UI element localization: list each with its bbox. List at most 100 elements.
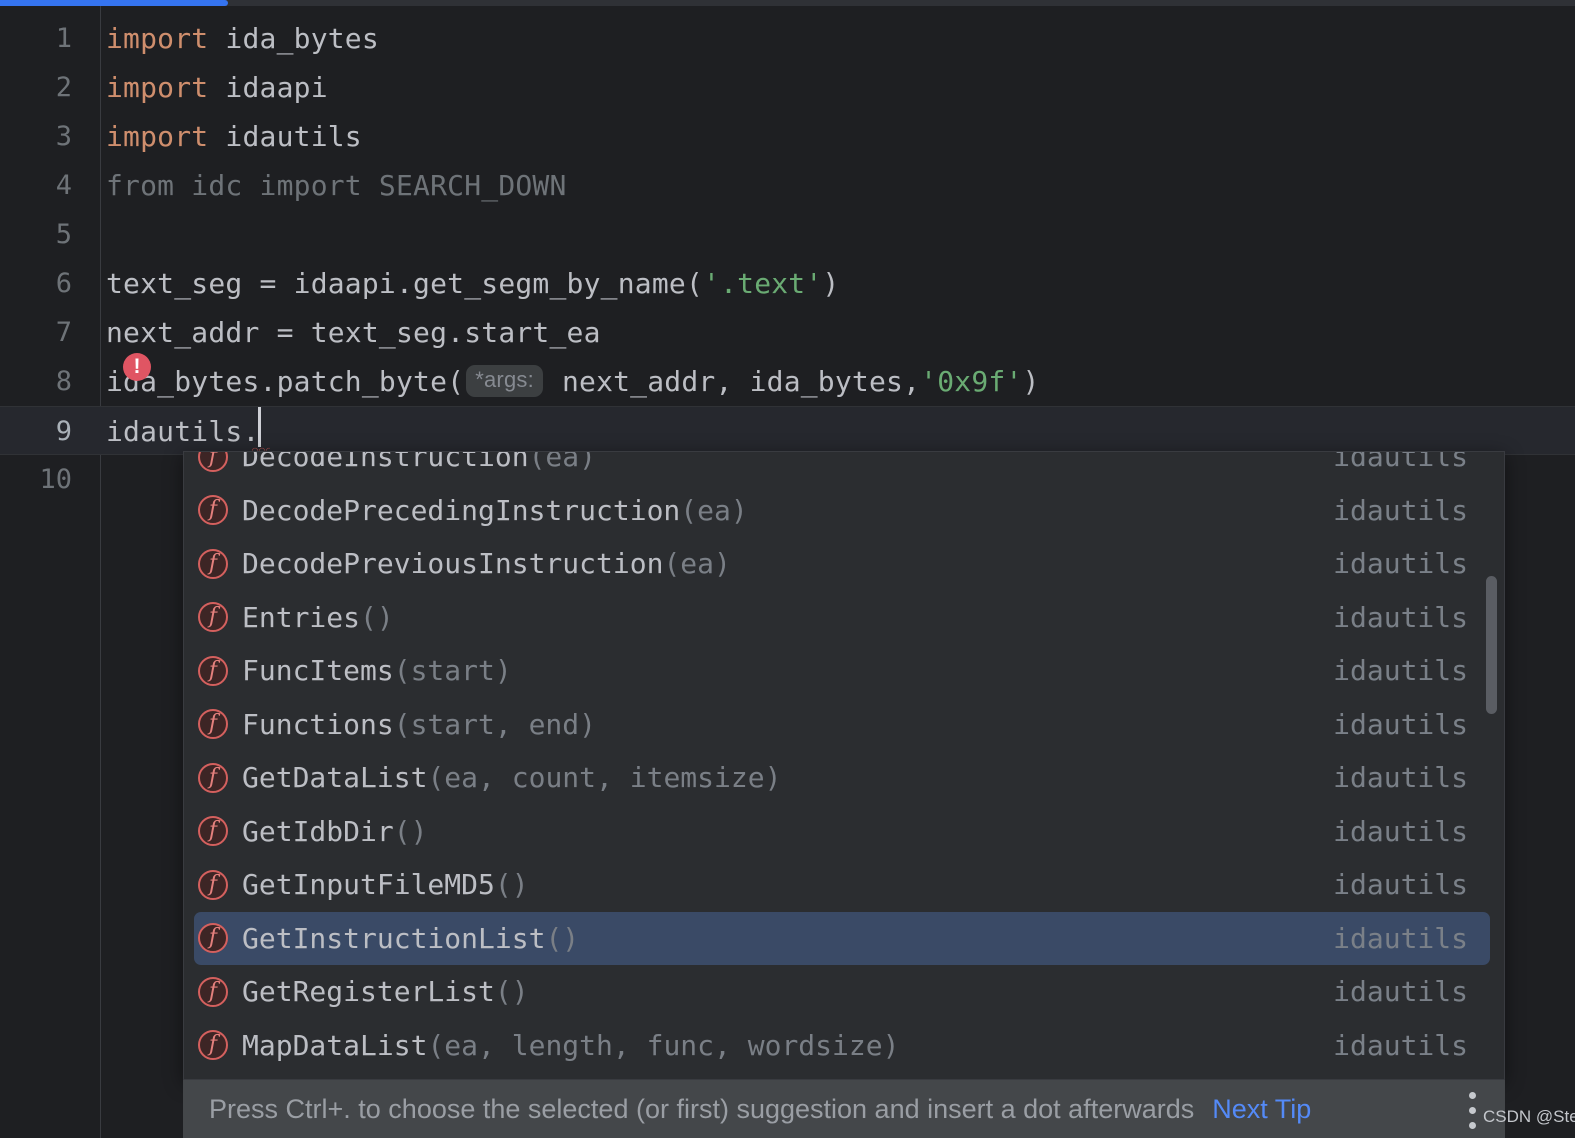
line-number: 1 [55,23,72,54]
code-token: text_seg = idaapi.get_segm_by_name( [106,267,704,300]
completion-item[interactable]: f DecodePrecedingInstruction (ea) idautils [184,484,1504,538]
completion-item-module: idautils [1333,451,1468,474]
code-line-text: next_addr = text_seg.start_ea [106,308,601,357]
line-number: 2 [55,72,72,103]
text-caret [258,407,261,447]
completion-item-name: DecodePrecedingInstruction [242,493,681,527]
completion-item[interactable]: f GetInputFileMD5() idautils [184,858,1504,912]
completion-item-name: DecodeInstruction [242,451,529,474]
completion-scrollbar-thumb[interactable] [1486,576,1497,714]
line-number: 3 [55,121,72,152]
completion-item-name: GetDataList [242,761,428,795]
function-icon: f [198,869,228,900]
code-line[interactable]: 8 ida_bytes.patch_byte(*args: next_addr, … [0,357,1575,406]
completion-item-name: GetInstructionList [242,921,546,955]
code-line[interactable]: 9 idautils. [0,406,1575,455]
completion-item-params: () [494,868,529,902]
code-line-text: ida_bytes.patch_byte(*args: next_addr, i… [106,357,1040,406]
code-line[interactable]: 4 from idc import SEARCH_DOWN [0,161,1575,210]
code-line-text: idautils. [106,407,260,456]
code-token: idautils. [106,415,260,448]
function-icon: f [198,762,228,793]
function-icon: f [198,452,228,472]
parameter-hint-badge: *args: [466,365,543,397]
code-token: ida_bytes [225,22,379,55]
function-icon: f [198,495,228,526]
completion-item[interactable]: f GetRegisterList() idautils [184,965,1504,1019]
code-line-text: text_seg = idaapi.get_segm_by_name('.tex… [106,259,839,308]
completion-item[interactable]: f FuncItems (start) idautils [184,644,1504,698]
hint-text: Press Ctrl+. to choose the selected (or … [209,1093,1195,1124]
completion-item[interactable]: f Functions (start, end) idautils [184,698,1504,752]
completion-item-module: idautils [1333,975,1468,1009]
completion-item[interactable]: f Entries() idautils [184,591,1504,645]
line-number: 4 [55,170,72,201]
completion-item-params: (ea) [528,451,597,474]
function-icon: f [198,709,228,740]
code-token: import [106,22,226,55]
completion-list[interactable]: f DecodeInstruction (ea) idautils f DecodePre… [184,451,1504,1073]
completion-item[interactable]: f DecodeInstruction (ea) idautils [184,451,1504,484]
more-vertical-icon[interactable] [1469,1092,1477,1137]
completion-item-module: idautils [1333,654,1468,688]
code-line[interactable]: 2 import idaapi [0,63,1575,112]
completion-item-name: Functions [242,707,394,741]
error-exclamation-icon[interactable]: ! [123,353,151,381]
code-line[interactable]: 1 import ida_bytes [0,14,1575,63]
code-line-text: import idautils [106,112,362,161]
line-number: 9 [55,416,72,447]
completion-item-params: () [494,975,529,1009]
completion-item-module: idautils [1333,493,1468,527]
code-token: import [106,71,226,104]
code-line[interactable]: 7 next_addr = text_seg.start_ea [0,308,1575,357]
completion-item-name: GetIdbDir [242,814,394,848]
code-line[interactable]: 5 [0,210,1575,259]
completion-item-module: idautils [1333,707,1468,741]
completion-item-params: () [393,814,428,848]
function-icon: f [198,923,228,954]
completion-item-params: (ea, length, func, wordsize) [427,1028,900,1062]
next-tip-link[interactable]: Next Tip [1212,1094,1311,1125]
code-line-text: from idc import SEARCH_DOWN [106,161,567,210]
code-line[interactable]: 3 import idautils [0,112,1575,161]
completion-item-name: GetRegisterList [242,975,495,1009]
line-number: 6 [55,268,72,299]
code-token: from idc import SEARCH_DOWN [106,169,567,202]
completion-item-params: (ea) [663,547,731,581]
completion-item[interactable]: f GetIdbDir() idautils [184,805,1504,859]
function-icon: f [198,602,228,633]
completion-item-module: idautils [1333,600,1468,634]
completion-item-params: () [360,600,394,634]
completion-item-module: idautils [1333,1028,1468,1062]
function-icon: f [198,976,228,1007]
line-number: 5 [55,219,72,250]
watermark-label: CSDN @StepTp [1483,1107,1575,1126]
code-token: idaapi [225,71,328,104]
completion-item-selected[interactable]: f GetInstructionList() idautils [194,911,1490,965]
completion-item[interactable]: f MapDataList (ea, length, func, wordsize)… [184,1019,1504,1073]
code-token: '.text' [703,267,823,300]
code-completion-popup[interactable]: f DecodeInstruction (ea) idautils f DecodePre… [183,451,1505,1080]
ide-editor-window: 1 import ida_bytes 2 import idaapi 3 import i… [0,0,1575,1138]
completion-item-module: idautils [1333,814,1468,848]
completion-scrollbar[interactable] [1486,452,1501,1079]
completion-hint-bar: Press Ctrl+. to choose the selected (or … [183,1080,1505,1138]
completion-item[interactable]: f GetDataList (ea, count, itemsize) idautil… [184,751,1504,805]
function-icon: f [198,816,228,847]
completion-item-module: idautils [1333,868,1468,902]
completion-item-module: idautils [1333,547,1468,581]
code-token: ) [822,267,840,300]
completion-item-name: Entries [242,600,361,634]
code-token: import [106,120,226,153]
completion-item[interactable]: f DecodePreviousInstruction (ea) idautils [184,537,1504,591]
completion-item-params: (start) [393,654,512,688]
code-line-text: import ida_bytes [106,14,379,63]
completion-item-name: FuncItems [242,654,394,688]
code-line[interactable]: 6 text_seg = idaapi.get_segm_by_name('.te… [0,259,1575,308]
code-token: ) [1022,365,1040,398]
code-token: next_addr, ida_bytes, [544,365,921,398]
code-line-text: import idaapi [106,63,328,112]
completion-item-module: idautils [1333,761,1468,795]
completion-item-params: () [545,921,580,955]
completion-item-params: (ea, count, itemsize) [427,761,782,795]
